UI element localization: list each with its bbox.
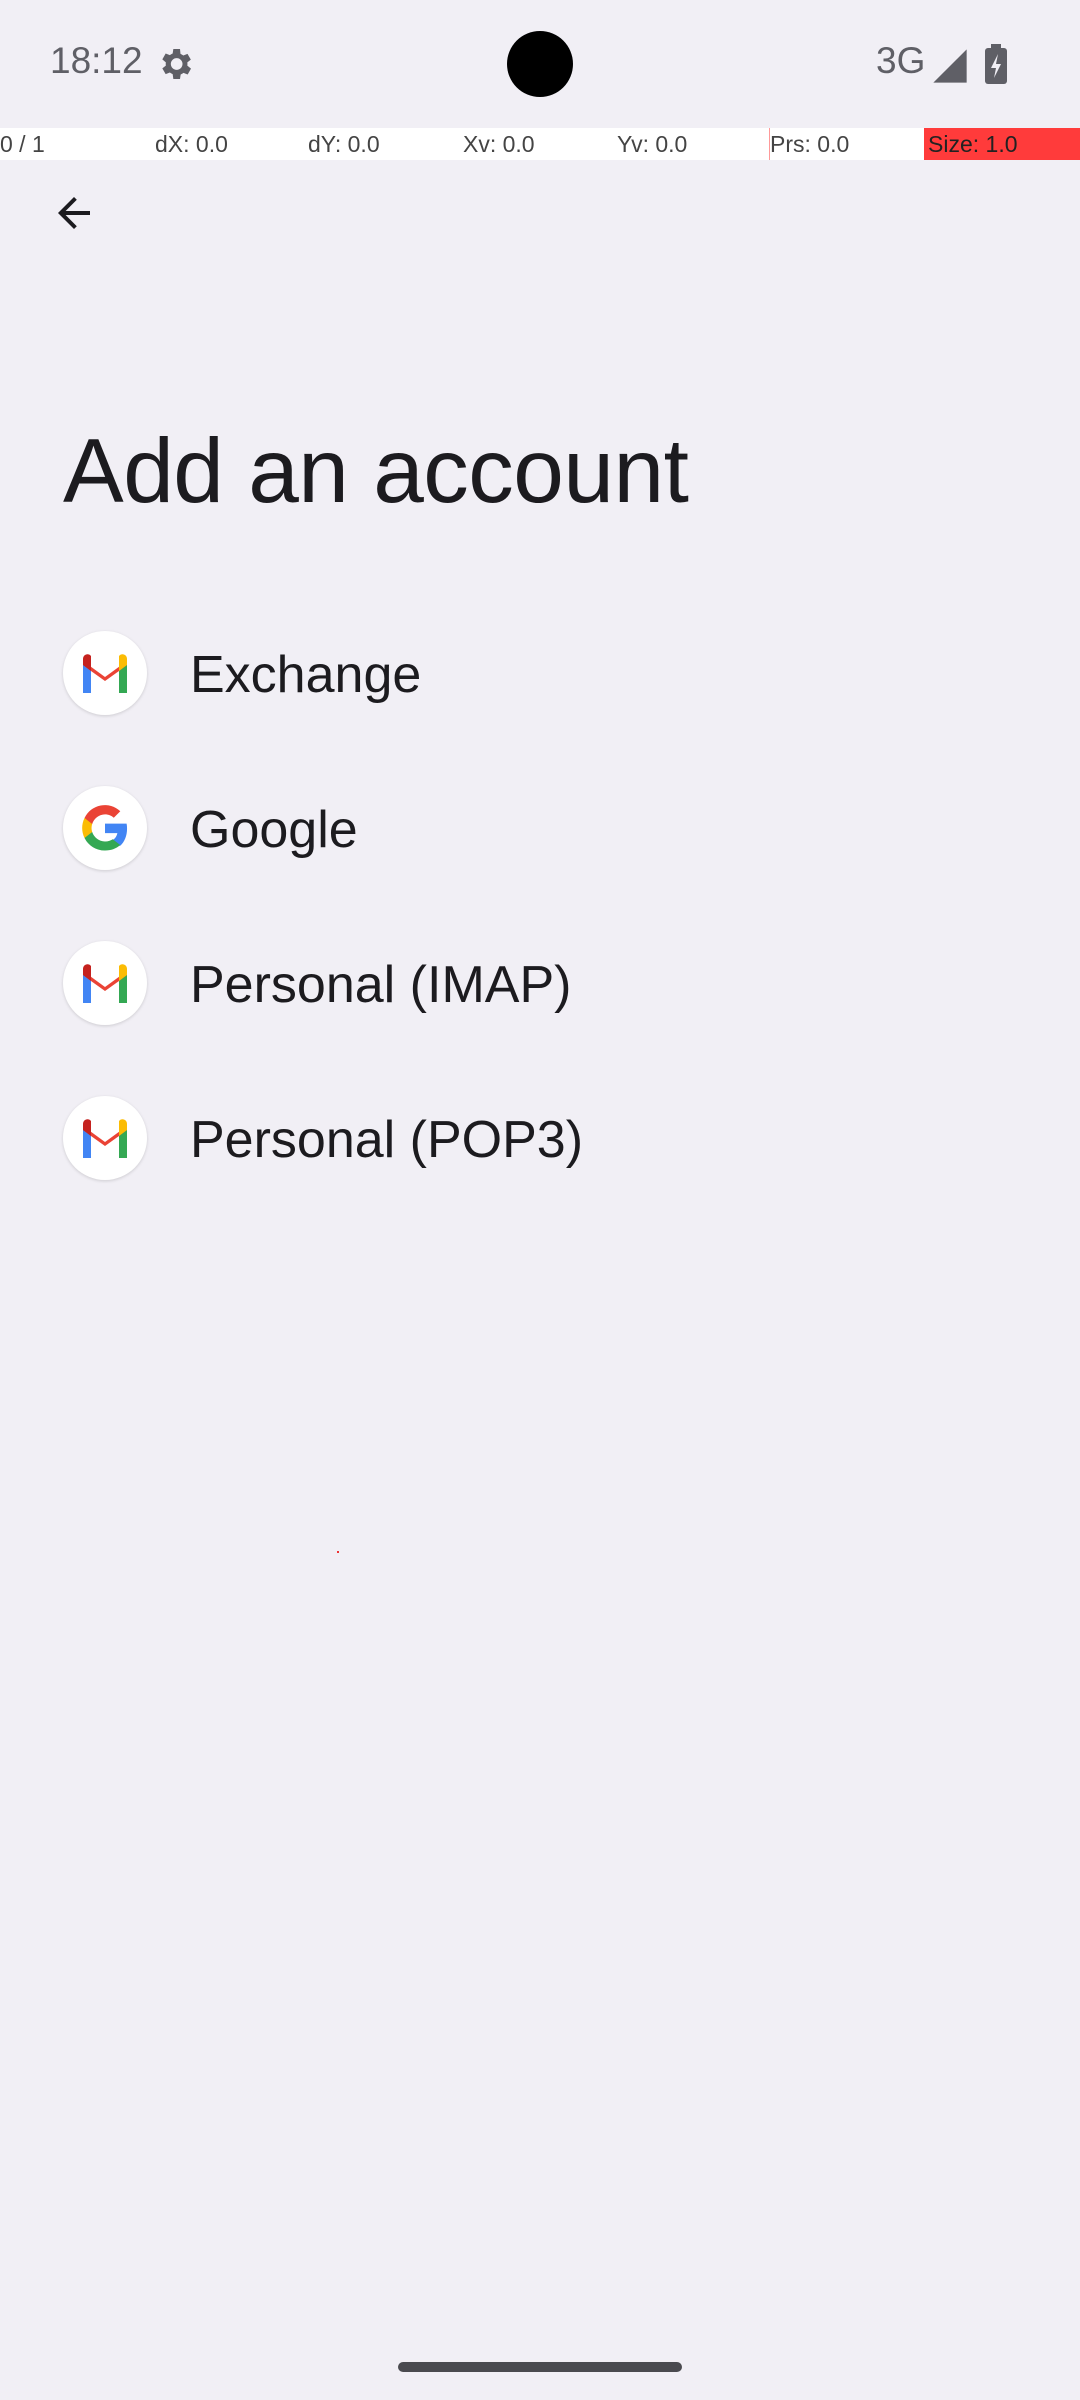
top-app-bar — [0, 160, 1080, 275]
pointer-size: Size: 1.0 — [924, 128, 1080, 160]
signal-icon — [933, 49, 967, 83]
pointer-dx: dX: 0.0 — [155, 131, 228, 157]
gmail-icon — [63, 631, 147, 715]
pointer-location-overlay: 0 / 1 dX: 0.0 dY: 0.0 Xv: 0.0 Yv: 0.0 Pr… — [0, 128, 1080, 160]
status-bar: 18:12 3G — [0, 0, 1080, 128]
back-button[interactable] — [38, 177, 110, 249]
account-option-personal-pop3[interactable]: Personal (POP3) — [0, 1063, 1080, 1218]
network-type: 3G — [876, 40, 926, 81]
account-option-personal-imap[interactable]: Personal (IMAP) — [0, 908, 1080, 1063]
account-option-label: Personal (POP3) — [190, 1111, 584, 1169]
settings-gear-icon — [162, 49, 191, 79]
account-option-google[interactable]: Google — [0, 753, 1080, 908]
pointer-yv: Yv: 0.0 — [617, 131, 688, 157]
camera-cutout — [507, 31, 573, 97]
pointer-xv: Xv: 0.0 — [463, 131, 535, 157]
gesture-nav-handle[interactable] — [398, 2362, 682, 2372]
account-option-label: Google — [190, 801, 358, 859]
gmail-icon — [63, 941, 147, 1025]
status-time: 18:12 — [50, 40, 143, 81]
account-option-label: Personal (IMAP) — [190, 956, 572, 1014]
pointer-pressure: Prs: 0.0 — [769, 128, 925, 160]
pointer-count: 0 / 1 — [0, 131, 45, 157]
touch-point-marker — [337, 1551, 339, 1553]
pointer-dy: dY: 0.0 — [308, 131, 380, 157]
google-icon — [63, 786, 147, 870]
battery-charging-icon — [985, 44, 1007, 84]
account-option-exchange[interactable]: Exchange — [0, 598, 1080, 753]
page-title: Add an account — [63, 421, 689, 522]
arrow-back-icon — [58, 197, 90, 229]
account-option-label: Exchange — [190, 646, 422, 704]
account-type-list: Exchange Google Personal (IMAP) Personal… — [0, 598, 1080, 1218]
gmail-icon — [63, 1096, 147, 1180]
